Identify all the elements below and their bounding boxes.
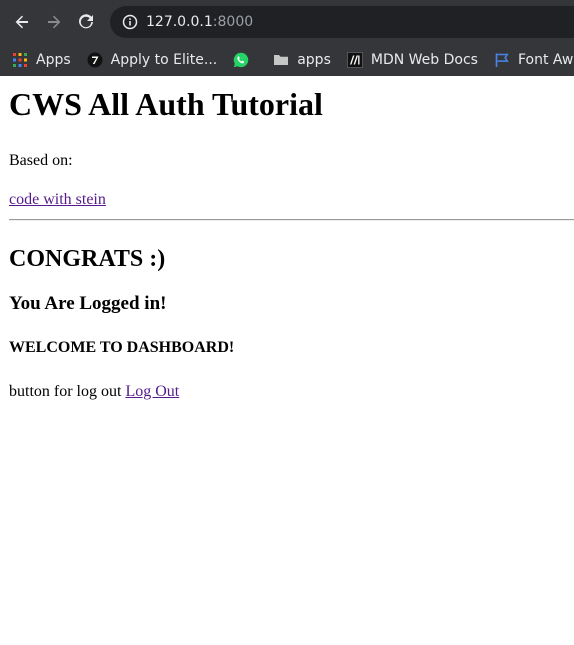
browser-toolbar: 127.0.0.1:8000 bbox=[0, 0, 574, 44]
page-title: CWS All Auth Tutorial bbox=[9, 86, 323, 122]
bookmark-label: MDN Web Docs bbox=[370, 52, 478, 68]
bookmark-mdn[interactable]: MDN Web Docs bbox=[346, 52, 478, 68]
seven-logo-icon bbox=[87, 52, 103, 68]
logout-link[interactable]: Log Out bbox=[125, 383, 179, 400]
page-content: CWS All Auth Tutorial Based on: code wit… bbox=[0, 86, 574, 401]
bookmark-apps-folder[interactable]: apps bbox=[273, 52, 331, 68]
bookmark-font-awesome[interactable]: Font Awe bbox=[494, 52, 574, 68]
bookmark-label: Apply to Elite... bbox=[110, 52, 218, 68]
congrats-heading: CONGRATS :) bbox=[9, 246, 166, 272]
back-button[interactable] bbox=[8, 8, 36, 36]
welcome-heading: WELCOME TO DASHBOARD! bbox=[9, 339, 235, 356]
arrow-left-icon bbox=[15, 15, 28, 29]
code-with-stein-link[interactable]: code with stein bbox=[9, 191, 106, 208]
reload-icon bbox=[79, 14, 93, 29]
logged-in-heading: You Are Logged in! bbox=[9, 293, 167, 314]
info-icon[interactable] bbox=[122, 14, 138, 30]
bookmark-apps[interactable]: Apps bbox=[12, 52, 71, 68]
mdn-logo-icon bbox=[346, 52, 363, 68]
url-host: 127.0.0.1 bbox=[146, 14, 213, 30]
bookmark-apply-elite[interactable]: Apply to Elite... bbox=[87, 52, 218, 68]
url-port: :8000 bbox=[212, 14, 254, 30]
reload-button[interactable] bbox=[72, 8, 100, 36]
folder-icon bbox=[273, 52, 289, 68]
bookmark-whatsapp[interactable] bbox=[233, 52, 257, 68]
whatsapp-icon bbox=[233, 52, 249, 68]
arrow-right-icon bbox=[48, 15, 61, 29]
apps-grid-icon bbox=[12, 52, 28, 68]
bookmark-label: Font Awe bbox=[517, 52, 574, 68]
divider bbox=[9, 219, 574, 221]
flag-icon bbox=[494, 52, 510, 68]
source-link-paragraph: code with stein bbox=[9, 191, 574, 209]
address-bar[interactable]: 127.0.0.1:8000 bbox=[110, 6, 574, 38]
bookmark-label: apps bbox=[297, 52, 331, 68]
browser-chrome: 127.0.0.1:8000 Apps Apply to Elite... a… bbox=[0, 0, 574, 76]
logout-paragraph: button for log out Log Out bbox=[9, 383, 574, 401]
bookmarks-bar: Apps Apply to Elite... apps MDN Web Docs… bbox=[0, 44, 574, 76]
forward-button[interactable] bbox=[40, 8, 68, 36]
bookmark-label: Apps bbox=[36, 52, 71, 68]
based-on-text: Based on: bbox=[9, 152, 73, 169]
logout-prefix-text: button for log out bbox=[9, 383, 126, 400]
